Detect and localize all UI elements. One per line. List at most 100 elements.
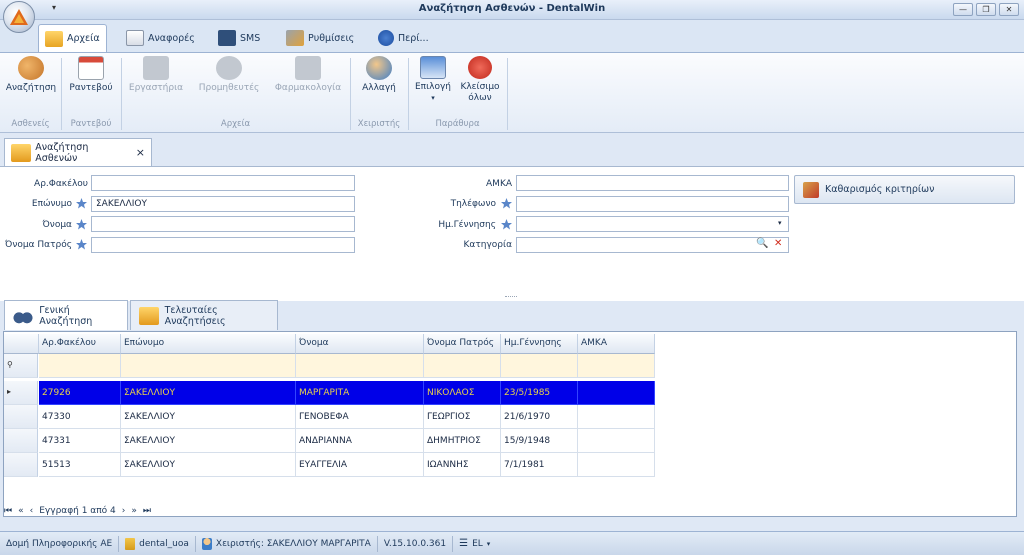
window-eye-icon (420, 56, 446, 79)
father-name-input[interactable] (91, 237, 355, 253)
maximize-button[interactable]: ❐ (976, 3, 996, 16)
keyboard-icon: ☰ (459, 538, 469, 549)
phone-input[interactable] (516, 196, 789, 212)
user-change-icon (366, 56, 392, 80)
people-icon (216, 56, 242, 80)
column-header-amka[interactable]: ΑΜΚΑ (578, 334, 655, 354)
next-record-icon[interactable]: › (122, 506, 126, 516)
surname-input[interactable]: ΣΑΚΕΛΛΙΟΥ (91, 196, 355, 212)
appointments-button[interactable]: Ραντεβού (66, 56, 116, 104)
previous-page-icon[interactable]: « (18, 506, 24, 516)
cell-father-name[interactable]: ΓΕΩΡΓΙΟΣ (424, 405, 501, 429)
tab-files[interactable]: Αρχεία (38, 24, 107, 52)
document-tab-patient-search[interactable]: Αναζήτηση Ασθενών × (4, 138, 152, 166)
cell-father-name[interactable]: ΙΩΑΝΝΗΣ (424, 453, 501, 477)
name-input[interactable] (91, 216, 355, 232)
dob-dropdown[interactable] (516, 216, 789, 232)
first-record-icon[interactable]: ⏮ (4, 506, 12, 516)
cell-father-name[interactable]: ΝΙΚΟΛΑΟΣ (424, 381, 501, 405)
binoculars-icon (13, 306, 34, 325)
last-record-icon[interactable]: ⏭ (143, 506, 151, 516)
cell-file-no[interactable]: 47330 (39, 405, 121, 429)
cell-name[interactable]: ΜΑΡΓΑΡΙΤΑ (296, 381, 424, 405)
cell-dob[interactable]: 15/9/1948 (501, 429, 578, 453)
calendar-icon (78, 56, 104, 80)
filter-cell[interactable] (39, 354, 121, 378)
cell-amka[interactable] (578, 405, 655, 429)
filter-cell[interactable] (296, 354, 424, 378)
window-options-button[interactable]: Επιλογή ▾ (413, 56, 453, 104)
tab-sms[interactable]: SMS (212, 24, 266, 52)
name-label: Όνομα (42, 220, 72, 230)
clear-criteria-button[interactable]: Καθαρισμός κριτηρίων (794, 175, 1015, 204)
splitter-grip[interactable] (505, 296, 517, 298)
previous-record-icon[interactable]: ‹ (30, 506, 34, 516)
cell-father-name[interactable]: ΔΗΜΗΤΡΙΟΣ (424, 429, 501, 453)
status-bar: Δομή Πληροφορικής ΑΕ dental_uoa Χειριστή… (0, 531, 1024, 555)
tab-recent-searches[interactable]: Τελευταίες Αναζητήσεις (130, 300, 278, 330)
column-header-father-name[interactable]: Όνομα Πατρός (424, 334, 501, 354)
cell-surname[interactable]: ΣΑΚΕΛΛΙΟΥ (121, 381, 296, 405)
info-icon (378, 30, 394, 46)
cell-dob[interactable]: 7/1/1981 (501, 453, 578, 477)
chevron-down-icon: ▾ (486, 539, 491, 548)
cell-dob[interactable]: 21/6/1970 (501, 405, 578, 429)
filter-cell[interactable] (578, 354, 655, 378)
tab-settings[interactable]: Ρυθμίσεις (280, 24, 360, 52)
filter-cell[interactable] (121, 354, 296, 378)
star-icon (76, 239, 87, 250)
cell-amka[interactable] (578, 429, 655, 453)
cell-amka[interactable] (578, 453, 655, 477)
clear-x-icon[interactable]: ✕ (774, 238, 782, 249)
amka-input[interactable] (516, 175, 789, 191)
filter-cell[interactable] (424, 354, 501, 378)
folder-icon (45, 30, 63, 47)
cell-name[interactable]: ΕΥΑΓΓΕΛΙΑ (296, 453, 424, 477)
cell-surname[interactable]: ΣΑΚΕΛΛΙΟΥ (121, 429, 296, 453)
labs-button[interactable]: Εργαστήρια (127, 56, 185, 104)
column-header-dob[interactable]: Ημ.Γέννησης (501, 334, 578, 354)
suppliers-button[interactable]: Προμηθευτές (196, 56, 262, 104)
column-header-surname[interactable]: Επώνυμο (121, 334, 296, 354)
star-icon (76, 219, 87, 230)
close-all-button[interactable]: Κλείσιμο όλων (458, 56, 502, 104)
cell-file-no[interactable]: 27926 (39, 381, 121, 405)
grid-corner (4, 334, 39, 354)
close-button[interactable]: ✕ (999, 3, 1019, 16)
cell-file-no[interactable]: 47331 (39, 429, 121, 453)
cell-name[interactable]: ΑΝΔΡΙΑΝΝΑ (296, 429, 424, 453)
cell-name[interactable]: ΓΕΝΟΒΕΦΑ (296, 405, 424, 429)
tab-about[interactable]: Περί... (372, 24, 435, 52)
cell-dob[interactable]: 23/5/1985 (501, 381, 578, 405)
group-label-operator: Χειριστής (357, 119, 401, 129)
pill-icon (295, 56, 321, 80)
category-input[interactable] (516, 237, 789, 253)
star-icon (501, 219, 512, 230)
minimize-button[interactable]: — (953, 3, 973, 16)
file-no-label: Αρ.Φακέλου (34, 179, 88, 189)
column-header-name[interactable]: Όνομα (296, 334, 424, 354)
tab-general-search[interactable]: Γενική Αναζήτηση (4, 300, 128, 330)
close-tab-icon[interactable]: × (136, 146, 145, 159)
next-page-icon[interactable]: » (131, 506, 137, 516)
chevron-down-icon: ▾ (431, 94, 435, 102)
filter-cell[interactable] (501, 354, 578, 378)
tab-reports[interactable]: Αναφορές (120, 24, 201, 52)
chevron-down-icon[interactable]: ▾ (778, 219, 782, 227)
cell-amka[interactable] (578, 381, 655, 405)
cell-file-no[interactable]: 51513 (39, 453, 121, 477)
surname-label: Επώνυμο (31, 199, 72, 209)
current-row-indicator: ▸ (4, 381, 38, 405)
change-operator-button[interactable]: Αλλαγή (357, 56, 401, 104)
column-header-file-no[interactable]: Αρ.Φακέλου (39, 334, 121, 354)
group-label-appointments: Ραντεβού (70, 119, 112, 129)
search-patients-button[interactable]: Αναζήτηση (5, 56, 57, 104)
language-selector[interactable]: ☰ EL ▾ (453, 536, 496, 552)
cell-surname[interactable]: ΣΑΚΕΛΛΙΟΥ (121, 405, 296, 429)
file-no-input[interactable] (91, 175, 355, 191)
app-menu-button[interactable] (3, 1, 35, 33)
pharmacology-button[interactable]: Φαρμακολογία (272, 56, 344, 104)
row-indicator (4, 429, 38, 453)
cell-surname[interactable]: ΣΑΚΕΛΛΙΟΥ (121, 453, 296, 477)
search-icon[interactable]: 🔍 (756, 238, 768, 249)
